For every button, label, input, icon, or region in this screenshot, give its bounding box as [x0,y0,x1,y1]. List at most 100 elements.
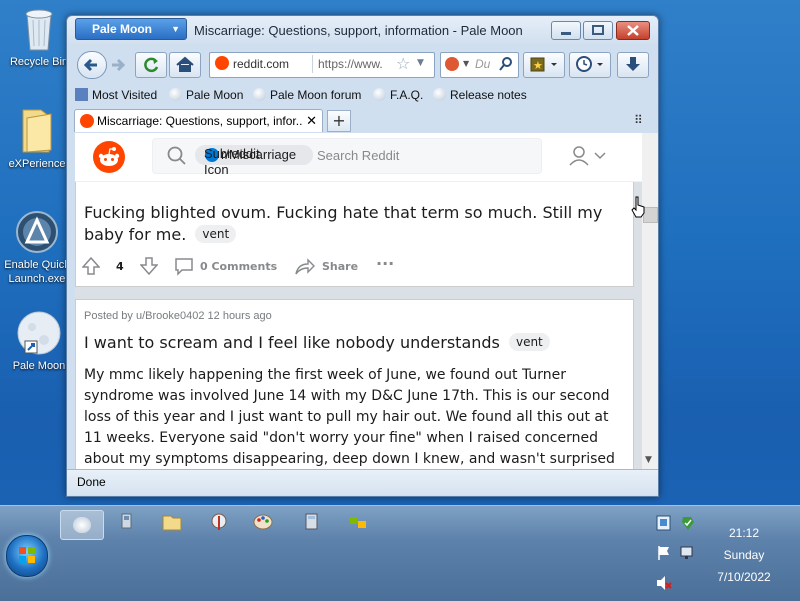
downloads-button[interactable] [617,52,649,78]
post-card[interactable]: Posted by u/Brooke0402 12 hours ago I wa… [75,299,634,469]
browser-window: Pale Moon ▼ Miscarriage: Questions, supp… [66,15,659,497]
palette-icon [253,514,273,530]
post-body: My mmc likely happening the first week o… [84,367,615,467]
reddit-search-input[interactable]: r/Miscarriage Subreddit Icon Search Redd… [152,138,542,177]
vertical-scrollbar[interactable]: ▼ [642,133,658,469]
desktop-icon-pale-moon[interactable]: Pale Moon [4,310,74,372]
home-icon [176,56,194,72]
desktop-icon-label: Pale Moon [12,360,66,372]
download-arrow-icon [626,57,640,71]
bookmark-label: Pale Moon [186,88,244,102]
tab-list-icon[interactable]: ⠿ [634,113,643,127]
comment-bubble-icon [175,258,193,276]
status-bar: Done [67,469,658,495]
desktop-icon-enable-quick-launch[interactable]: Enable Quick Launch.exe [2,210,72,286]
duckduckgo-icon[interactable] [445,57,459,71]
close-button[interactable] [616,21,650,40]
reddit-favicon-icon [215,56,229,70]
maximize-button[interactable] [583,21,613,40]
pale-moon-icon [253,88,266,101]
desktop-icon-recycle-bin[interactable]: Recycle Bin [4,6,74,68]
comments-button[interactable]: 0 Comments [174,256,277,276]
network-app-icon [350,517,366,528]
security-check-icon[interactable] [679,514,697,532]
clock-day: Sunday [723,548,765,562]
bookmark-most-visited[interactable]: Most Visited [75,88,157,102]
minimize-button[interactable] [551,21,581,40]
new-tab-button[interactable]: + [327,110,351,132]
back-button[interactable] [77,51,107,79]
downvote-button[interactable] [140,256,158,276]
calculator-icon [305,513,318,530]
taskbar-clock[interactable]: 21:12 Sunday 7/10/2022 [700,522,788,588]
post-title[interactable]: I want to scream and I feel like nobody … [84,332,624,354]
url-bar[interactable]: reddit.com https://www. ☆ ▼ [209,52,435,78]
maximize-icon [592,25,604,35]
site-identity[interactable]: reddit.com [212,55,313,73]
reddit-logo-icon[interactable] [93,141,125,173]
reload-button[interactable] [135,52,167,78]
bookmark-release-notes[interactable]: Release notes [433,88,527,102]
magnifier-icon[interactable] [499,57,513,71]
plus-icon: + [332,111,346,130]
start-button[interactable] [6,535,48,577]
action-center-icon[interactable] [655,514,673,532]
post-flair[interactable]: vent [195,225,237,243]
scroll-down-arrow-icon[interactable]: ▼ [645,455,652,465]
subreddit-chip[interactable]: r/Miscarriage Subreddit Icon [195,145,313,177]
downvote-arrow-icon [140,257,158,276]
desktop-icon-experience[interactable]: eXPerience [2,104,72,170]
volume-muted-icon[interactable] [655,574,673,592]
taskbar-pale-moon[interactable] [60,510,104,540]
post-title[interactable]: Fucking blighted ovum. Fucking hate that… [84,202,624,246]
taskbar-explorer[interactable] [154,510,190,540]
upvote-button[interactable] [82,256,100,276]
snoo-icon [98,147,120,166]
share-button[interactable]: Share [294,256,358,276]
site-domain: reddit.com [233,57,290,71]
search-engine-dropdown-icon[interactable]: ▼ [463,59,469,68]
page-content: r/Miscarriage Subreddit Icon Search Redd… [75,133,642,469]
taskbar-paint[interactable] [246,510,282,540]
clock-date: 7/10/2022 [717,570,771,584]
bookmark-pale-moon[interactable]: Pale Moon [169,88,243,102]
close-icon [627,25,639,36]
more-options-button[interactable]: ··· [376,254,394,273]
vote-count: 4 [116,260,124,273]
taskbar-calculator[interactable] [294,510,330,540]
tab-miscarriage[interactable]: Miscarriage: Questions, support, infor..… [74,109,323,132]
home-button[interactable] [169,52,201,78]
reddit-favicon-icon [80,114,94,128]
tab-close-icon[interactable]: ✕ [306,110,317,132]
tab-label: Miscarriage: Questions, support, infor..… [97,114,302,128]
bookmark-faq[interactable]: F.A.Q. [373,88,423,102]
taskbar-network-app[interactable] [340,510,376,540]
post-title-text: I want to scream and I feel like nobody … [84,333,500,352]
app-menu-button[interactable]: Pale Moon ▼ [75,18,187,40]
taskbar-usb[interactable] [108,510,144,540]
forward-button[interactable] [107,54,129,76]
recycle-bin-icon [21,6,57,52]
user-menu-button[interactable] [565,143,615,169]
title-bar[interactable]: Pale Moon ▼ Miscarriage: Questions, supp… [67,16,658,46]
url-dropdown-icon[interactable]: ▼ [417,58,424,68]
bookmark-pale-moon-forum[interactable]: Pale Moon forum [253,88,361,102]
search-bar[interactable]: ▼ Du [440,52,519,78]
comments-label: 0 Comments [200,259,278,273]
pale-moon-icon [73,517,91,533]
mouse-cursor-icon [631,196,645,218]
more-dots-icon: ··· [376,254,395,273]
post-title-text: Fucking blighted ovum. Fucking hate that… [84,203,603,244]
history-button[interactable] [569,52,611,78]
network-icon[interactable] [679,544,697,562]
minimize-icon [561,32,571,35]
pale-moon-icon [373,88,386,101]
most-visited-icon [75,88,88,101]
post-flair[interactable]: vent [508,333,550,351]
bookmark-star-icon[interactable]: ☆ [396,54,410,73]
taskbar-paint-tool[interactable] [202,510,238,540]
bookmarks-menu-button[interactable]: ★ [523,52,565,78]
quick-launch-icon [15,210,59,254]
flag-icon[interactable] [655,544,673,562]
url-text[interactable]: https://www. [318,55,383,73]
